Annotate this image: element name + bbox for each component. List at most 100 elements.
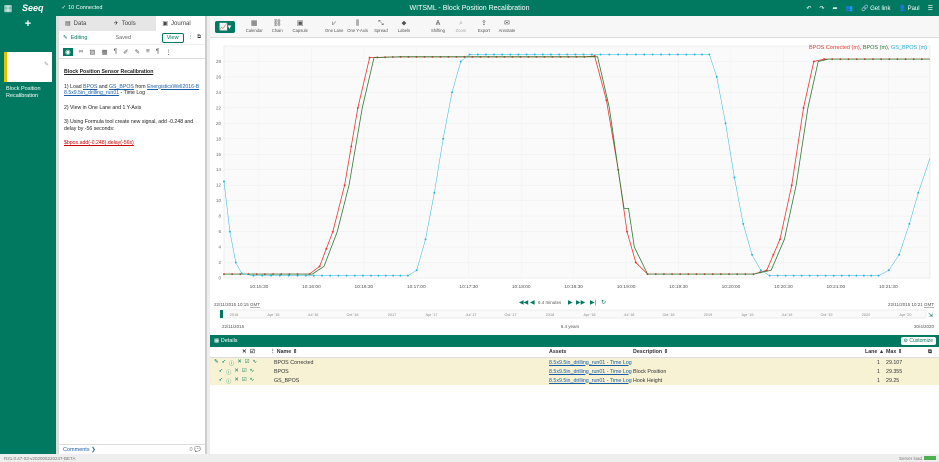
- one-lane-button[interactable]: ⩗ One Lane: [324, 20, 344, 33]
- capsule-button[interactable]: ▣ Capsule: [290, 20, 310, 33]
- source-link[interactable]: EnergisticsWell2016-B: [147, 84, 199, 90]
- overview-start[interactable]: 22/11/2015: [222, 324, 245, 329]
- pin-icon[interactable]: ➶: [218, 368, 222, 376]
- table-row[interactable]: ➶ ⓘ ✕ ☑ ∿ BPOS 8.5x9.5in_drilling_run01 - Time…: [210, 367, 939, 376]
- select-all-checkbox[interactable]: ☑: [250, 349, 255, 355]
- step-forward-button[interactable]: ▶▶: [576, 300, 586, 306]
- user-menu[interactable]: 👤 Paul: [898, 5, 919, 12]
- trend-chart[interactable]: 024681012141618202224262810:15:30 10:16:0…: [210, 38, 939, 296]
- link-icon[interactable]: ∞: [79, 48, 84, 55]
- column-name[interactable]: ⋮ Name ⇕: [270, 349, 297, 355]
- row-checkbox[interactable]: ☑: [245, 359, 250, 367]
- overview-selection[interactable]: [220, 310, 223, 318]
- display-start[interactable]: 22/11/2015 10:15 GMT: [214, 302, 260, 307]
- remove-all-icon[interactable]: ✕: [242, 349, 246, 355]
- more-options-icon[interactable]: ⋮: [188, 35, 194, 41]
- format-icon[interactable]: ¶: [114, 48, 118, 55]
- remove-icon[interactable]: ✕: [237, 359, 241, 367]
- table-row[interactable]: ➶ ⓘ ✕ ☑ ∿ GS_BPOS 8.5x9.5in_drilling_run01 - T…: [210, 376, 939, 385]
- share-icon[interactable]: ➦: [832, 5, 837, 12]
- view-button[interactable]: View: [161, 32, 184, 43]
- expand-icon[interactable]: ⧉: [197, 34, 201, 41]
- redo-icon[interactable]: ↷: [819, 5, 824, 12]
- log-link[interactable]: 8.5x9.5in_drilling_run01: [64, 90, 119, 96]
- overview-duration[interactable]: 6.4 years: [561, 324, 580, 329]
- info-icon[interactable]: ⓘ: [226, 377, 231, 385]
- info-icon[interactable]: ⓘ: [226, 368, 231, 376]
- step-back-button[interactable]: ◀◀: [519, 300, 529, 306]
- paint-icon[interactable]: ✐: [123, 48, 128, 56]
- info-icon[interactable]: ⓘ: [229, 359, 234, 367]
- row-asset[interactable]: 8.5x9.5in_drilling_run01 - Time Log: [549, 360, 632, 366]
- zoom-range-icon[interactable]: ⇲: [928, 312, 933, 319]
- align-icon[interactable]: ≡: [146, 48, 150, 55]
- bpos-link[interactable]: BPOS: [83, 84, 97, 90]
- row-checkbox[interactable]: ☑: [242, 368, 247, 376]
- row-name: BPOS Corrected: [274, 360, 484, 366]
- comments-link[interactable]: Comments ❯: [63, 447, 96, 453]
- overview-end[interactable]: 30/4/2020: [914, 324, 935, 329]
- worksheet-thumbnail[interactable]: ✎: [4, 52, 52, 82]
- data-point: [768, 274, 771, 277]
- tab-data[interactable]: ▤ Data: [59, 16, 108, 31]
- row-asset[interactable]: 8.5x9.5in_drilling_run01 - Time Log: [549, 369, 632, 375]
- display-duration[interactable]: 6.4 minutes: [538, 300, 562, 305]
- image-icon[interactable]: ▨: [89, 48, 95, 56]
- customize-button[interactable]: ⚙ Customize: [900, 337, 936, 345]
- annotate-button[interactable]: ✉ Annotate: [497, 20, 517, 33]
- column-assets[interactable]: Assets: [549, 349, 566, 355]
- column-settings-icon[interactable]: ⧉: [928, 349, 932, 356]
- column-max[interactable]: Max ⇕: [886, 349, 902, 355]
- remove-icon[interactable]: ✕: [234, 368, 238, 376]
- pin-icon[interactable]: ➶: [218, 377, 222, 385]
- zoom-button[interactable]: ⌕ Zoom: [451, 20, 471, 33]
- column-lane[interactable]: Lane ▲: [865, 349, 884, 355]
- menu-icon[interactable]: ☰: [928, 5, 933, 12]
- forward-button[interactable]: ▶: [568, 300, 573, 306]
- back-button[interactable]: ◀: [530, 300, 535, 306]
- export-button[interactable]: ⇪ Export: [474, 20, 494, 33]
- view-type-selector[interactable]: 📈▾: [215, 20, 236, 33]
- chain-label: Chain: [271, 28, 283, 33]
- gsbpos-link[interactable]: GS_BPOS: [109, 84, 134, 90]
- column-description[interactable]: Description ⇕: [633, 349, 668, 355]
- edit-icon[interactable]: [214, 377, 215, 385]
- highlight-icon[interactable]: ✎: [135, 48, 140, 56]
- shifting-button[interactable]: Ѧ Shifting: [428, 20, 448, 33]
- journal-content[interactable]: Block Position Sensor Recalibration 1) L…: [59, 59, 205, 165]
- undo-icon[interactable]: ↶: [806, 5, 811, 12]
- chain-button[interactable]: ⛓ Chain: [267, 20, 287, 33]
- one-y-axis-button[interactable]: ⫼ One Y-Axis: [347, 20, 368, 33]
- row-checkbox[interactable]: ☑: [242, 377, 247, 385]
- calendar-button[interactable]: ▦ Calendar: [244, 20, 264, 33]
- overview-tick-label: Jul '17: [466, 313, 477, 317]
- labels-button[interactable]: ⬥ Labels: [394, 20, 414, 33]
- paragraph-icon[interactable]: ¶: [156, 48, 160, 55]
- chart-legend: BPOS Corrected (m), BPOS (m), GS_BPOS (m…: [809, 45, 927, 51]
- remove-icon[interactable]: ✕: [234, 377, 238, 385]
- seeq-logo[interactable]: Seeq: [22, 3, 44, 13]
- pin-icon[interactable]: ➶: [221, 359, 225, 367]
- edit-icon[interactable]: ✎: [214, 359, 218, 367]
- table-row[interactable]: ✎ ➶ ⓘ ✕ ☑ ∿ BPOS Corrected 8.5x9.5in_drilling_r…: [210, 358, 939, 367]
- refresh-icon[interactable]: ↻: [601, 299, 606, 306]
- skip-end-button[interactable]: ▶|: [590, 300, 597, 306]
- row-asset[interactable]: 8.5x9.5in_drilling_run01 - Time Log: [549, 378, 632, 384]
- edit-icon[interactable]: [214, 368, 215, 376]
- worksheet-label[interactable]: Block Position Recalibration: [6, 86, 54, 100]
- more-icon[interactable]: ⋮: [165, 48, 172, 56]
- tab-tools[interactable]: ✈ Tools: [108, 16, 157, 31]
- get-link-button[interactable]: 🔗 Get link: [861, 5, 890, 12]
- users-icon[interactable]: 👥: [845, 5, 852, 12]
- seeq-insert-icon[interactable]: ◉: [63, 47, 73, 56]
- tab-journal[interactable]: ▣ Journal: [156, 16, 206, 31]
- spread-button[interactable]: ⤡ Spread: [371, 20, 391, 33]
- pencil-icon[interactable]: ✎: [44, 61, 49, 68]
- display-end[interactable]: 22/11/2015 10:21 GMT: [888, 302, 934, 307]
- spread-icon: ⤡: [378, 20, 384, 27]
- connections-status[interactable]: ✓ 10 Connected: [62, 5, 103, 11]
- app-grid-icon[interactable]: ▦: [0, 0, 16, 16]
- table-icon[interactable]: ▦: [101, 48, 107, 56]
- add-worksheet-button[interactable]: +: [0, 16, 56, 32]
- data-point: [337, 274, 340, 277]
